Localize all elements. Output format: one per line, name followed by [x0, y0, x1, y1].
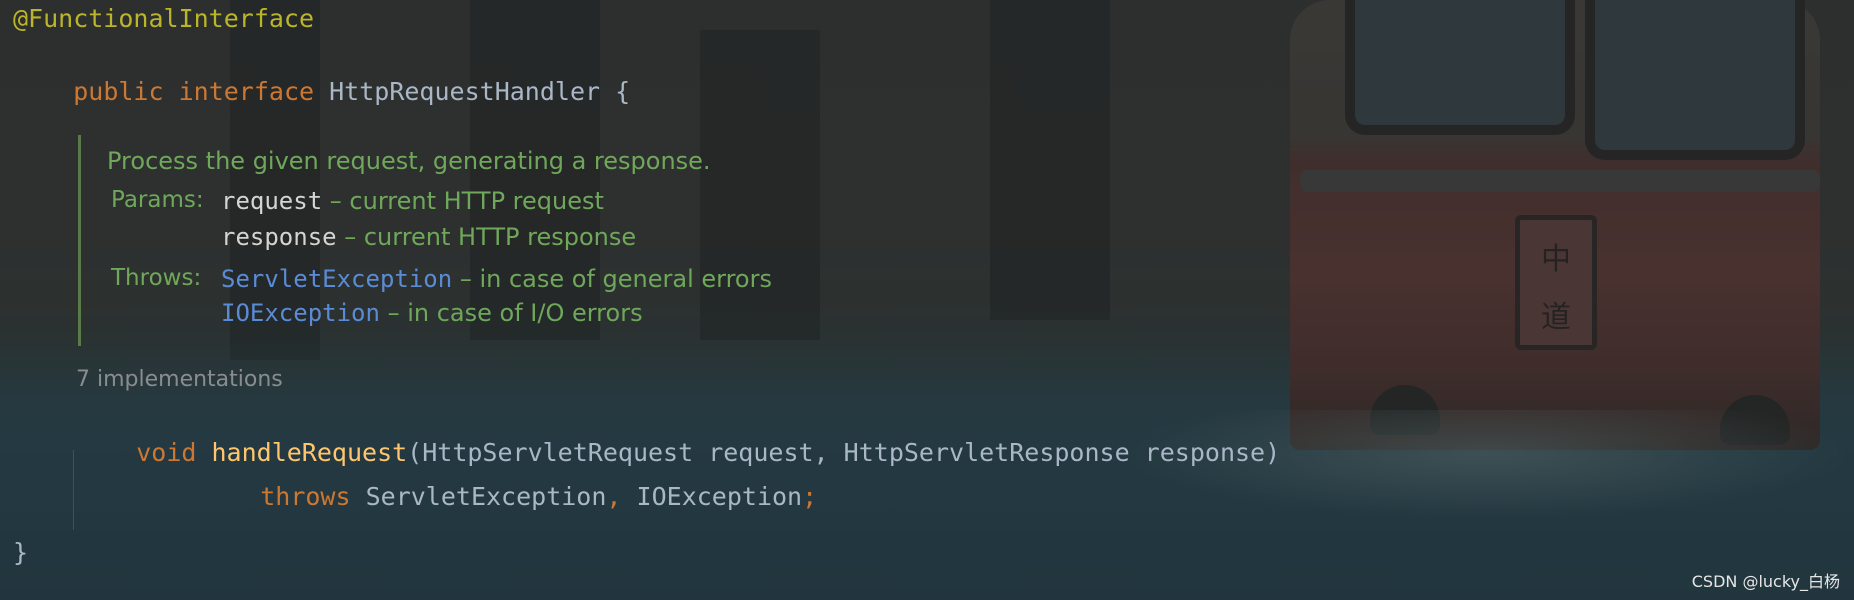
semicolon: ; [802, 482, 818, 511]
param-desc: – current HTTP response [336, 223, 637, 251]
javadoc-throws-row: ServletException – in case of general er… [221, 265, 772, 293]
exception-name: ServletException [365, 482, 607, 511]
interface-declaration: public interface HttpRequestHandler { [13, 47, 630, 137]
watermark: CSDN @lucky_白杨 [1691, 572, 1840, 591]
exception-name: IOException [636, 482, 803, 511]
param-name: request [221, 187, 323, 215]
javadoc-param-row: response – current HTTP response [221, 223, 636, 251]
interface-keyword: interface [178, 77, 315, 106]
interface-name: HttpRequestHandler [329, 77, 601, 106]
implementations-hint[interactable]: 7 implementations [76, 367, 283, 392]
open-brace: { [615, 77, 631, 106]
method-throws-line: throws ServletException, IOException; [200, 452, 817, 542]
code-editor[interactable]: @FunctionalInterface public interface Ht… [0, 0, 1854, 600]
throws-keyword: throws [260, 482, 351, 511]
indent-guide [73, 450, 74, 530]
javadoc-throws-tag: Throws: [111, 265, 202, 291]
annotation-line: @FunctionalInterface [13, 4, 315, 33]
comma: , [606, 482, 622, 511]
javadoc-params-tag: Params: [111, 187, 204, 213]
void-keyword: void [136, 438, 197, 467]
exception-desc: – in case of general errors [452, 265, 772, 293]
exception-link[interactable]: ServletException [221, 265, 452, 293]
param-name: response [221, 223, 337, 251]
param-desc: – current HTTP request [322, 187, 604, 215]
exception-desc: – in case of I/O errors [379, 299, 643, 327]
javadoc-param-row: request – current HTTP request [221, 187, 604, 215]
exception-link[interactable]: IOException [221, 299, 380, 327]
javadoc-throws-row: IOException – in case of I/O errors [221, 299, 643, 327]
javadoc-block: Process the given request, generating a … [78, 135, 1341, 346]
closing-brace: } [13, 538, 29, 567]
javadoc-summary: Process the given request, generating a … [107, 147, 711, 175]
public-keyword: public [73, 77, 164, 106]
